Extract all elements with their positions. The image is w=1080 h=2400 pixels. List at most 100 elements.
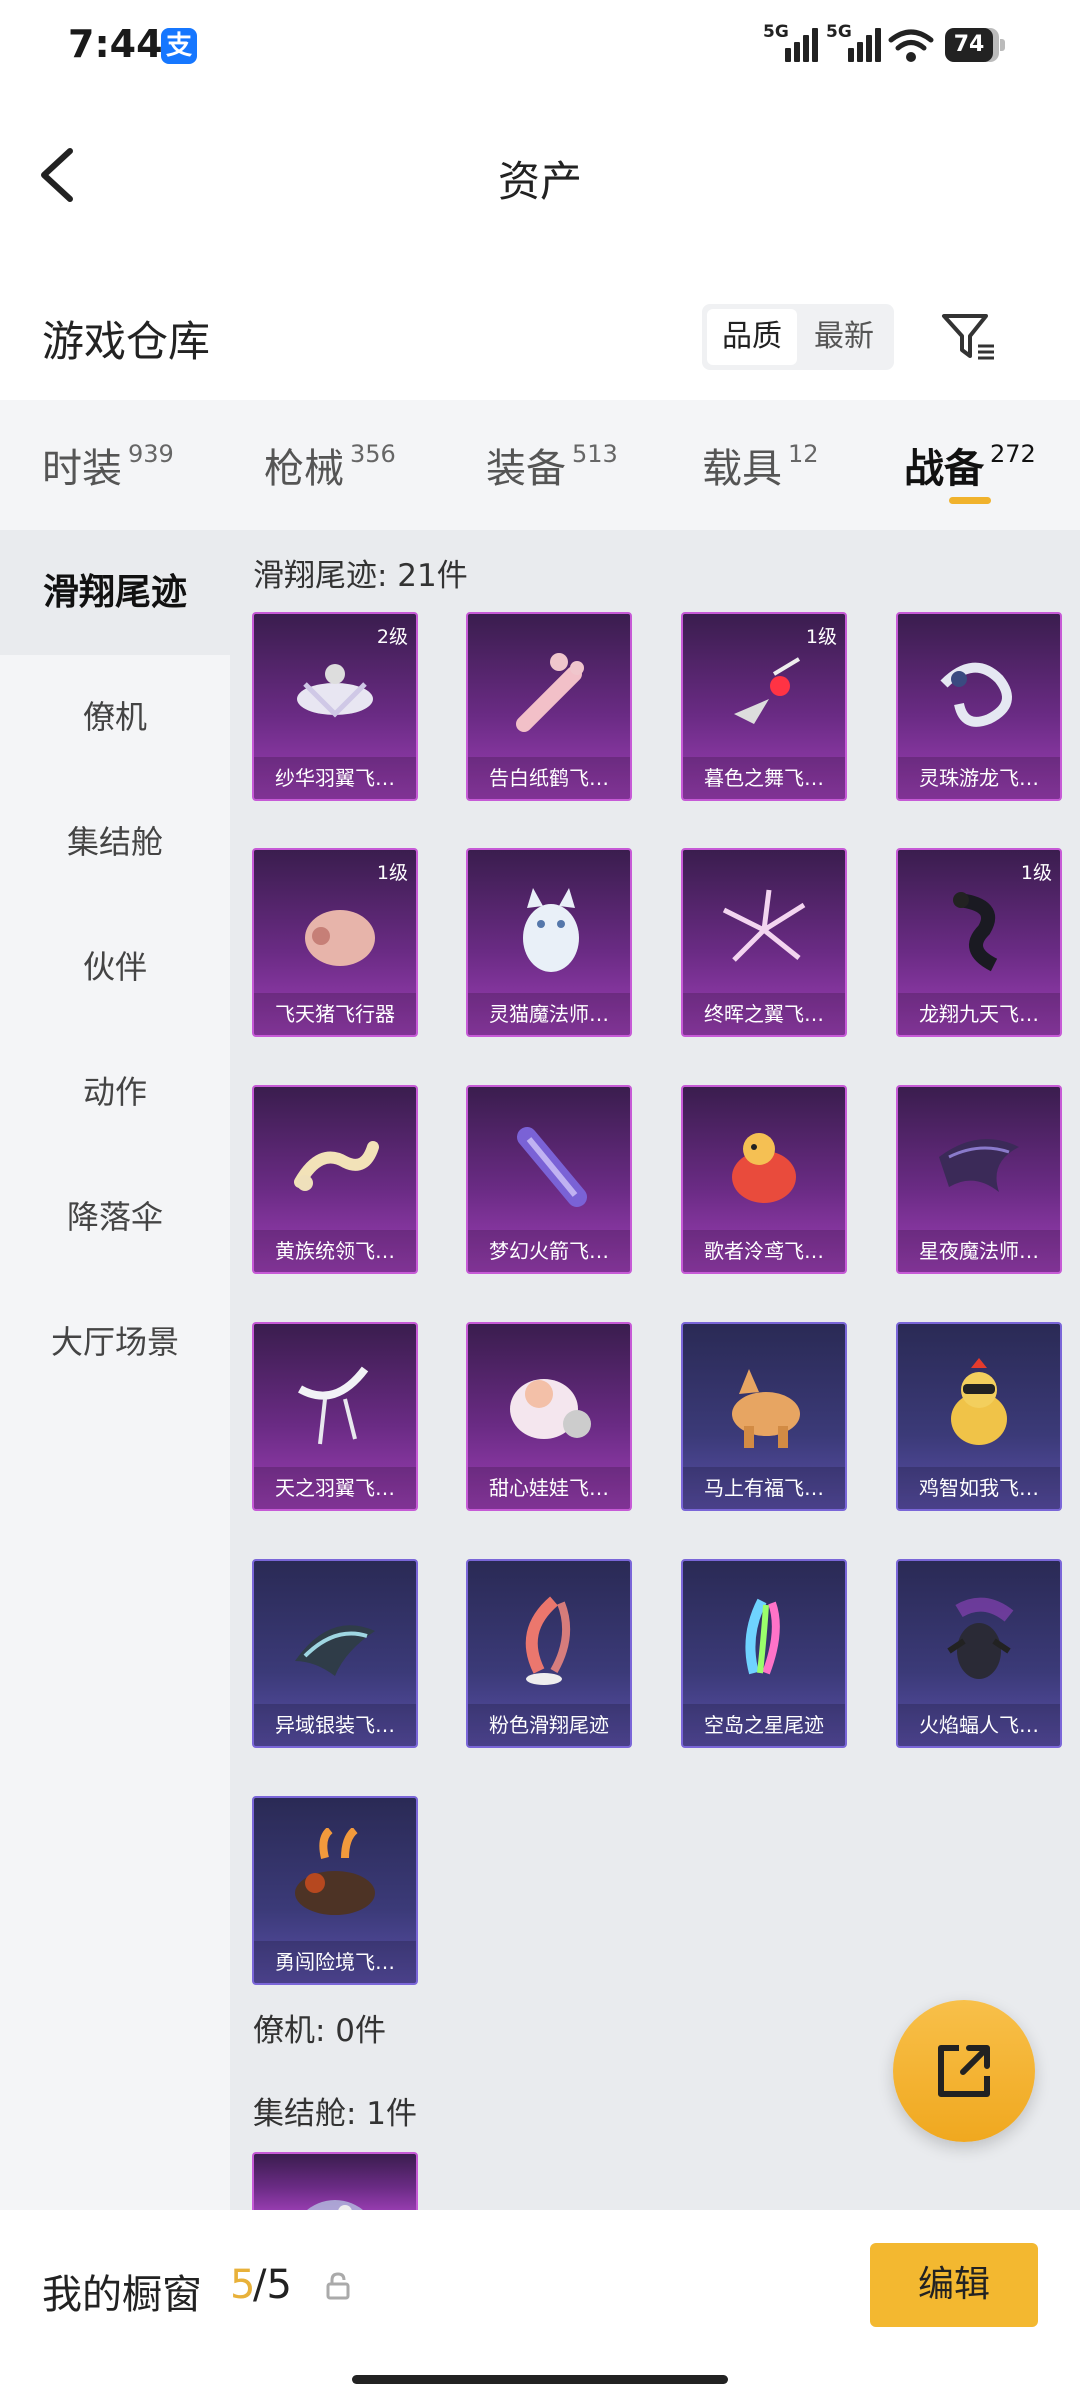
- item-card[interactable]: 灵猫魔法师…: [466, 848, 632, 1037]
- item-card[interactable]: 黄族统领飞…: [252, 1085, 418, 1274]
- item-card[interactable]: 2级纱华羽翼飞…: [252, 612, 418, 801]
- sort-by-newest[interactable]: 最新: [799, 309, 889, 365]
- sort-by-quality[interactable]: 品质: [707, 309, 797, 365]
- item-art: [297, 664, 373, 718]
- item-name: 灵猫魔法师…: [468, 993, 630, 1035]
- item-art: [295, 1828, 375, 1915]
- sidebar-item-capsule[interactable]: 集结舱: [0, 780, 230, 905]
- item-card[interactable]: 星夜魔法师…: [896, 1085, 1062, 1274]
- group-label-glide: 滑翔尾迹: 21件: [253, 558, 468, 594]
- item-art: [517, 1127, 587, 1207]
- item-art: [745, 1598, 780, 1675]
- item-card[interactable]: 灵珠游龙飞…: [896, 612, 1062, 801]
- item-name: 马上有福飞…: [683, 1467, 845, 1509]
- showcase-label: 我的橱窗: [42, 2272, 202, 2318]
- share-external-icon: [938, 2045, 990, 2097]
- section-title: 游戏仓库: [42, 317, 211, 366]
- item-card[interactable]: 火焰蝠人飞…: [896, 1559, 1062, 1748]
- item-card-capsule[interactable]: [252, 2152, 418, 2210]
- item-art: [940, 662, 1012, 727]
- item-grid-panel: 滑翔尾迹: 21件 2级 纱华羽翼飞… 告白纸鹤飞… 1级 暮色之舞飞… 灵珠游龙飞… 1级…: [230, 530, 1080, 2210]
- item-name: 告白纸鹤飞…: [468, 757, 630, 799]
- sidebar-item-parachute[interactable]: 降落伞: [0, 1155, 230, 1280]
- item-name: 飞天猪飞行器: [254, 993, 416, 1035]
- item-level-badge: 2级: [376, 626, 408, 648]
- showcase-count-total: /5: [253, 2262, 292, 2308]
- item-card[interactable]: 甜心娃娃飞…: [466, 1322, 632, 1511]
- cell-signal-icon: 5G: [763, 22, 823, 62]
- item-card[interactable]: 告白纸鹤飞…: [466, 612, 632, 801]
- item-art: [298, 1366, 369, 1445]
- item-card[interactable]: 1级龙翔九天飞…: [896, 848, 1062, 1037]
- showcase-count-current: 5: [230, 2262, 256, 2308]
- item-art: [732, 1133, 796, 1203]
- clock: 7:44: [68, 22, 163, 66]
- item-name: 歌者泠鸢飞…: [683, 1230, 845, 1272]
- item-card[interactable]: 1级 飞天猪飞行器: [252, 848, 418, 1037]
- sidebar-item-action[interactable]: 动作: [0, 1030, 230, 1155]
- page-title: 资产: [497, 157, 582, 206]
- share-button[interactable]: [893, 2000, 1035, 2142]
- item-card[interactable]: 异域银装飞…: [252, 1559, 418, 1748]
- item-art: [516, 653, 584, 732]
- tab-fashion[interactable]: 时装 939: [42, 436, 174, 494]
- item-card[interactable]: 马上有福飞…: [681, 1322, 847, 1511]
- item-name: 鸡智如我飞…: [898, 1467, 1060, 1509]
- item-name: 灵珠游龙飞…: [898, 757, 1060, 799]
- sidebar-item-partner[interactable]: 伙伴: [0, 905, 230, 1030]
- group-label-capsule: 集结舱: 1件: [253, 2096, 418, 2132]
- home-indicator: [352, 2375, 728, 2384]
- item-art: [947, 1597, 1014, 1679]
- item-art: [305, 910, 375, 966]
- tab-guns[interactable]: 枪械 356: [264, 436, 396, 494]
- item-card[interactable]: 鸡智如我飞…: [896, 1322, 1062, 1511]
- item-card[interactable]: 终晖之翼飞…: [681, 848, 847, 1037]
- item-name: 黄族统领飞…: [254, 1230, 416, 1272]
- sidebar-item-lobby-scene[interactable]: 大厅场景: [0, 1280, 230, 1405]
- item-art: [295, 1625, 375, 1676]
- item-name: 暮色之舞飞…: [683, 757, 845, 799]
- item-name: 纱华羽翼飞…: [254, 757, 416, 799]
- item-card[interactable]: 歌者泠鸢飞…: [681, 1085, 847, 1274]
- item-name: 勇闯险境飞…: [254, 1941, 416, 1983]
- item-name: 终晖之翼飞…: [683, 993, 845, 1035]
- tab-equipment[interactable]: 装备 513: [486, 436, 618, 494]
- filter-icon[interactable]: [940, 310, 998, 364]
- sidebar-item-wingman[interactable]: 僚机: [0, 655, 230, 780]
- item-art: [307, 2200, 363, 2210]
- item-name: 甜心娃娃飞…: [468, 1467, 630, 1509]
- item-name: 星夜魔法师…: [898, 1230, 1060, 1272]
- sidebar-item-glide-trail[interactable]: 滑翔尾迹: [0, 530, 230, 655]
- item-card[interactable]: 勇闯险境飞…: [252, 1796, 418, 1985]
- item-art: [734, 657, 801, 724]
- active-tab-indicator: [949, 497, 991, 504]
- item-art: [510, 1379, 591, 1439]
- item-card[interactable]: 1级 暮色之舞飞…: [681, 612, 847, 801]
- item-card[interactable]: 粉色滑翔尾迹: [466, 1559, 632, 1748]
- tab-vehicles[interactable]: 载具 12: [702, 436, 819, 494]
- item-art: [939, 1139, 1019, 1192]
- item-art: [732, 1369, 800, 1448]
- tab-readiness[interactable]: 战备 272: [904, 436, 1036, 494]
- edit-button[interactable]: 编辑: [870, 2243, 1038, 2327]
- item-card[interactable]: 梦幻火箭飞…: [466, 1085, 632, 1274]
- item-name: 异域银装飞…: [254, 1704, 416, 1746]
- item-art: [294, 1141, 379, 1191]
- item-name: 空岛之星尾迹: [683, 1704, 845, 1746]
- item-name: 天之羽翼飞…: [254, 1467, 416, 1509]
- battery-icon: 74: [945, 28, 1005, 62]
- item-art: [523, 888, 579, 972]
- item-card[interactable]: 天之羽翼飞…: [252, 1322, 418, 1511]
- sidebar: 滑翔尾迹 僚机 集结舱 伙伴 动作 降落伞 大厅场景: [0, 530, 230, 2210]
- item-name: 粉色滑翔尾迹: [468, 1704, 630, 1746]
- item-art: [951, 1358, 1007, 1445]
- group-label-wingman: 僚机: 0件: [253, 2013, 387, 2049]
- item-name: 火焰蝠人飞…: [898, 1704, 1060, 1746]
- wifi-icon: [888, 29, 934, 62]
- item-level-badge: 1级: [1020, 862, 1052, 884]
- item-art: [722, 889, 806, 962]
- item-card[interactable]: 空岛之星尾迹: [681, 1559, 847, 1748]
- alipay-icon: 支: [161, 28, 197, 64]
- item-art: [525, 1596, 571, 1685]
- item-name: 龙翔九天飞…: [898, 993, 1060, 1035]
